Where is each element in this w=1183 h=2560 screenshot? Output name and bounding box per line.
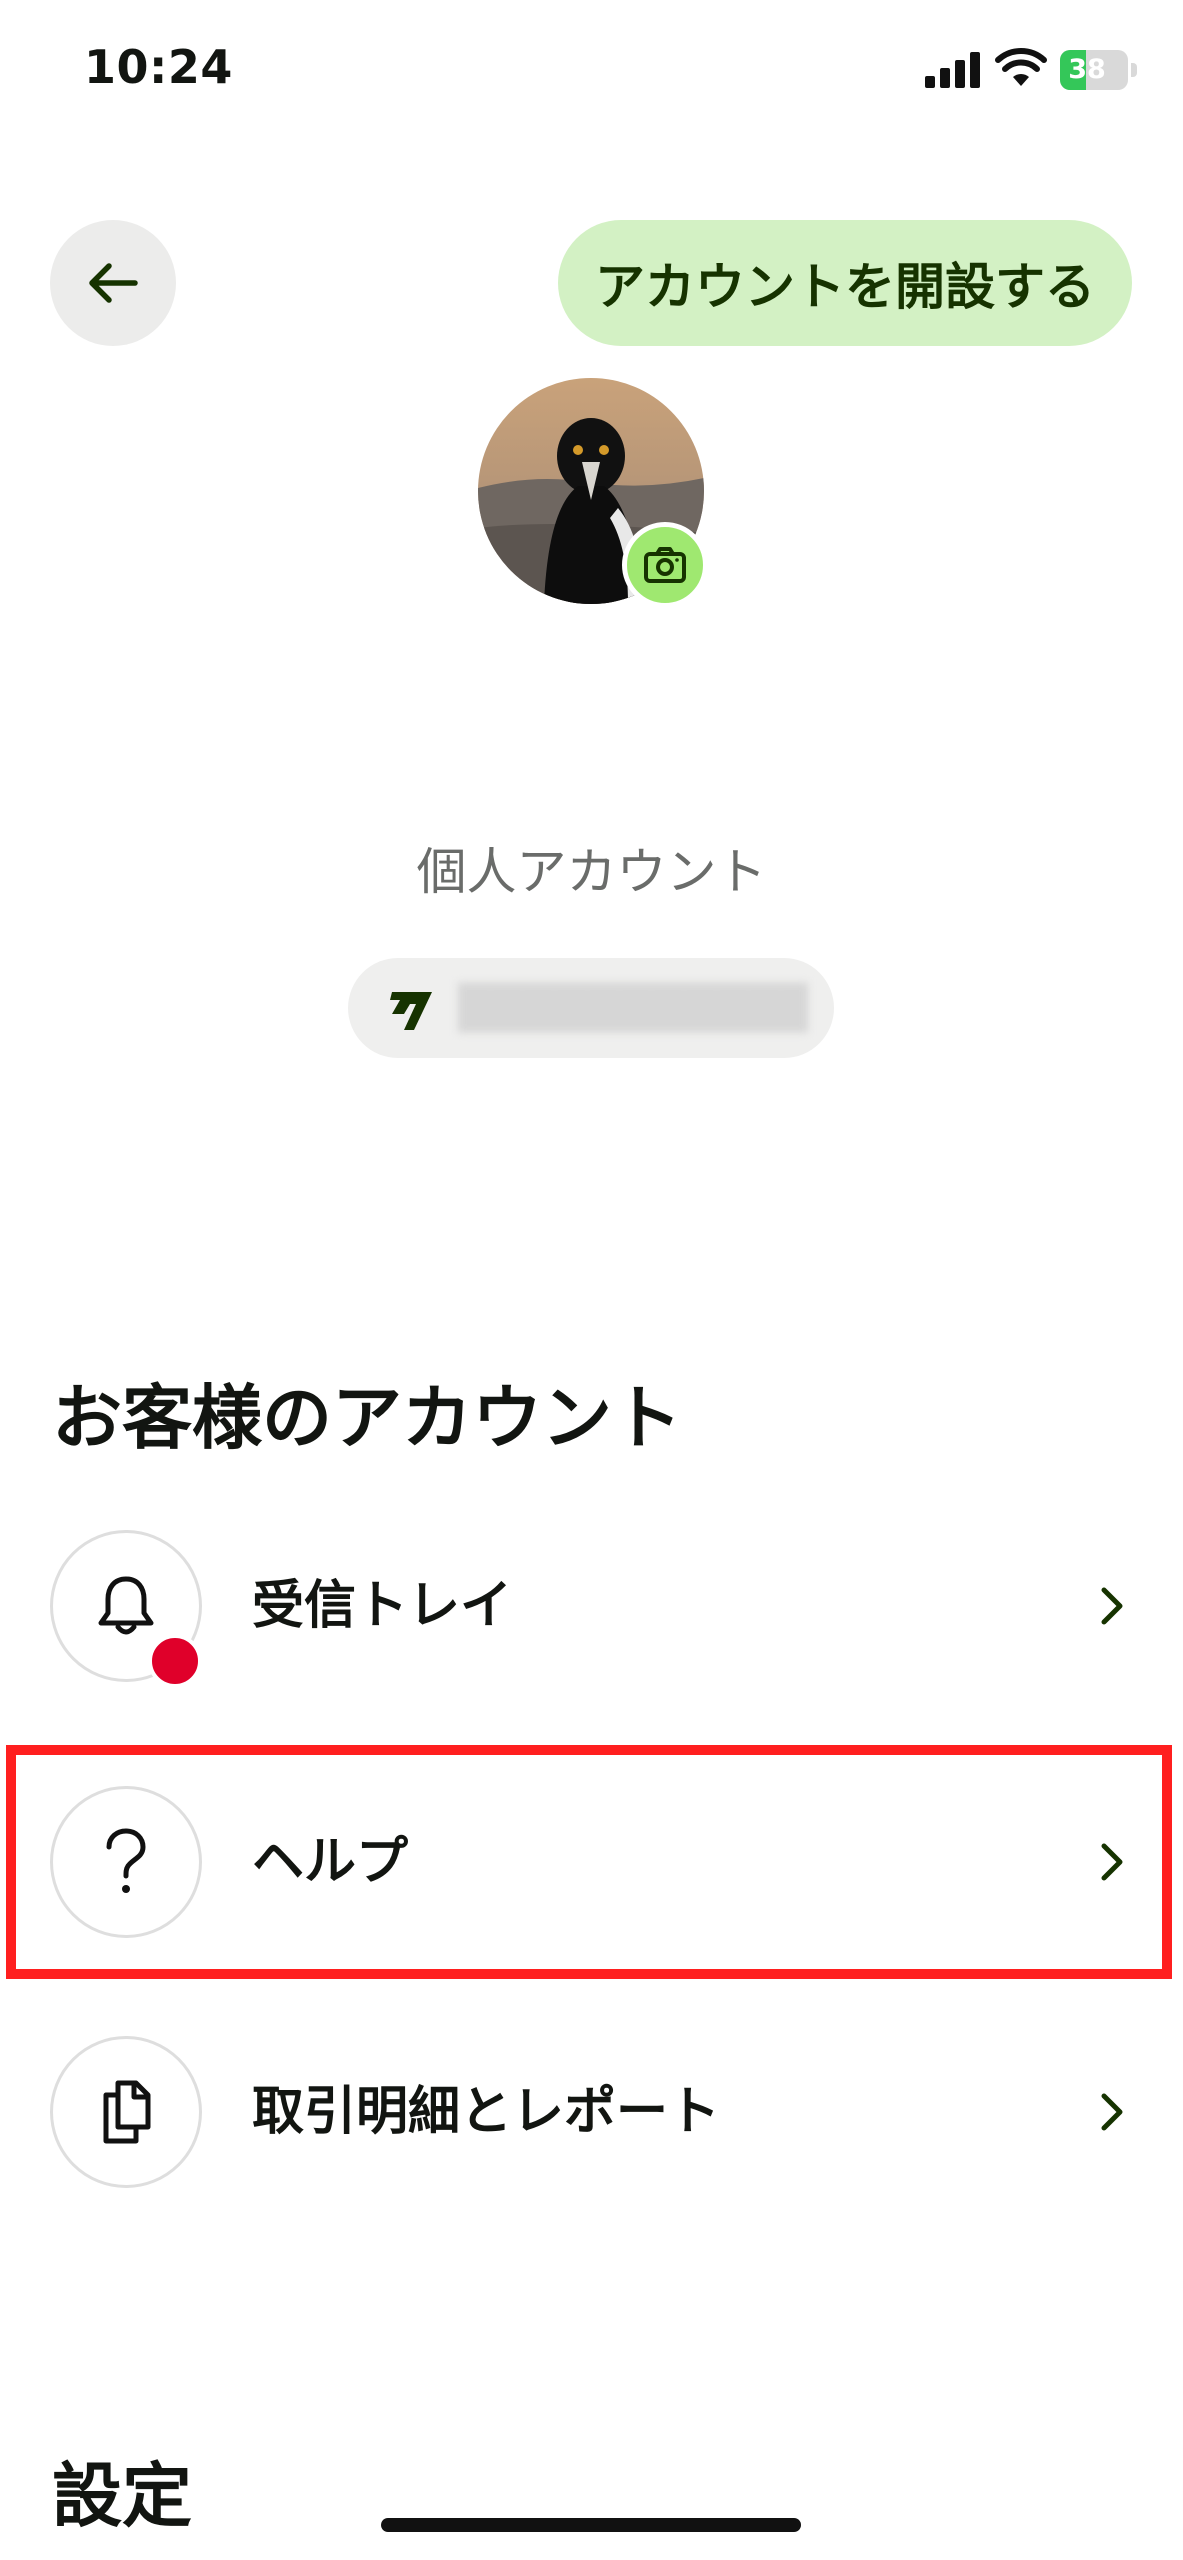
- wisetag-handle-redacted: ████████████: [458, 983, 808, 1032]
- battery-icon: 38: [1060, 50, 1138, 90]
- status-time: 10:24: [84, 40, 233, 94]
- cellular-signal-icon: [925, 52, 980, 88]
- chevron-right-icon: [1101, 2093, 1123, 2131]
- inbox-row[interactable]: 受信トレイ: [0, 1506, 1183, 1706]
- home-indicator: [381, 2518, 801, 2532]
- wise-logo-icon: [390, 992, 432, 1030]
- account-type-label: 個人アカウント: [416, 843, 767, 901]
- inbox-label: 受信トレイ: [252, 1576, 513, 1636]
- arrow-left-icon: [89, 263, 138, 303]
- chevron-right-icon: [1101, 1843, 1123, 1881]
- back-button[interactable]: [50, 220, 176, 346]
- documents-icon: [103, 2080, 151, 2144]
- wisetag-chip[interactable]: ████████████: [348, 958, 834, 1058]
- help-label: ヘルプ: [252, 1832, 409, 1892]
- question-icon: [106, 1828, 146, 1893]
- your-account-heading: お客様のアカウント: [52, 1377, 682, 1459]
- statements-icon-circle: [50, 2036, 202, 2188]
- help-icon-circle: [50, 1786, 202, 1938]
- chevron-right-icon: [1101, 1587, 1123, 1625]
- notification-dot: [148, 1634, 202, 1688]
- help-row[interactable]: ヘルプ: [0, 1762, 1183, 1962]
- camera-icon: [644, 547, 686, 583]
- open-account-button[interactable]: アカウントを開設する: [558, 220, 1132, 346]
- battery-level: 38: [1068, 54, 1106, 85]
- bell-icon: [98, 1576, 154, 1635]
- statements-reports-label: 取引明細とレポート: [252, 2082, 721, 2142]
- change-photo-button[interactable]: [622, 522, 708, 608]
- wifi-icon: [995, 48, 1047, 86]
- statements-reports-row[interactable]: 取引明細とレポート: [0, 2012, 1183, 2212]
- settings-heading: 設定: [52, 2455, 192, 2537]
